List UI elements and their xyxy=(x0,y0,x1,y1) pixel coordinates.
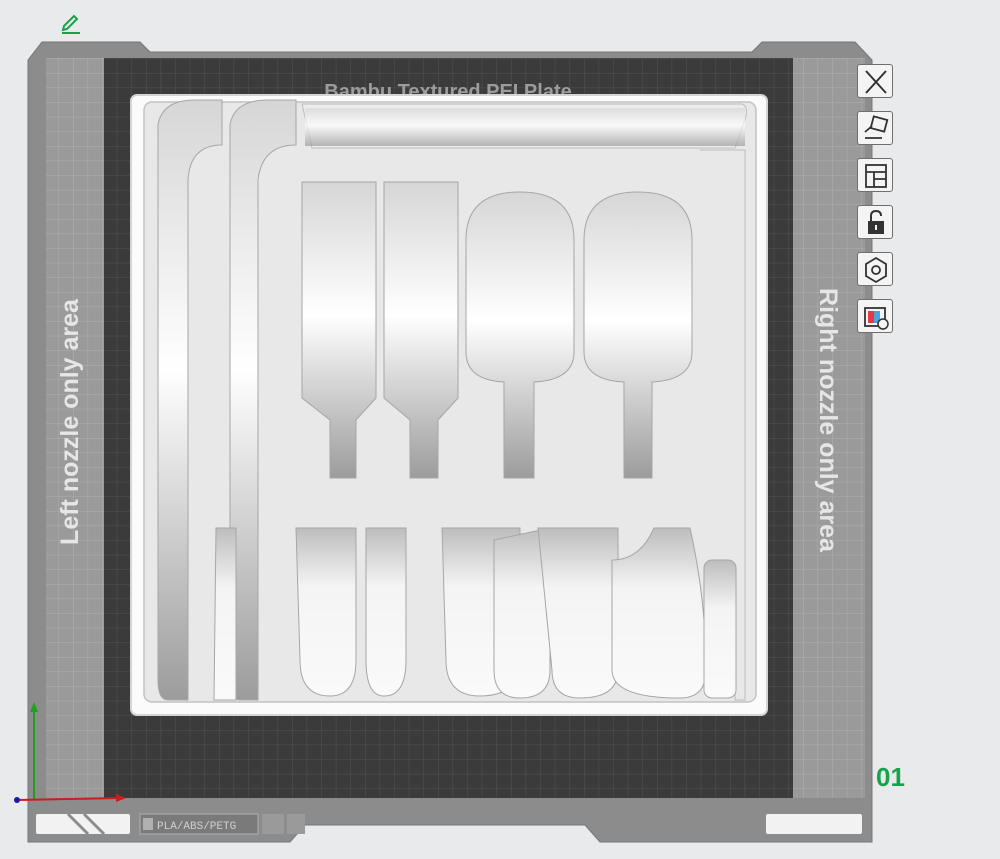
arrange-icon[interactable] xyxy=(857,158,893,192)
filament-map-icon[interactable] xyxy=(857,299,893,333)
cutlery-tray-model[interactable] xyxy=(130,94,768,716)
qr-icon xyxy=(143,818,153,830)
plate-number: 01 xyxy=(876,762,905,792)
lock-icon[interactable] xyxy=(857,205,893,239)
left-nozzle-label: Left nozzle only area xyxy=(56,298,84,545)
material-label: PLA/ABS/PETG xyxy=(157,821,236,833)
auto-orient-icon[interactable] xyxy=(857,111,893,145)
right-nozzle-label: Right nozzle only area xyxy=(814,288,842,553)
edit-plate-icon[interactable] xyxy=(58,8,84,34)
3d-viewport[interactable]: Bambu Textured PEI Plate Left nozzle onl… xyxy=(0,0,1000,859)
close-icon[interactable] xyxy=(857,64,893,98)
plate-settings-icon[interactable] xyxy=(857,252,893,286)
